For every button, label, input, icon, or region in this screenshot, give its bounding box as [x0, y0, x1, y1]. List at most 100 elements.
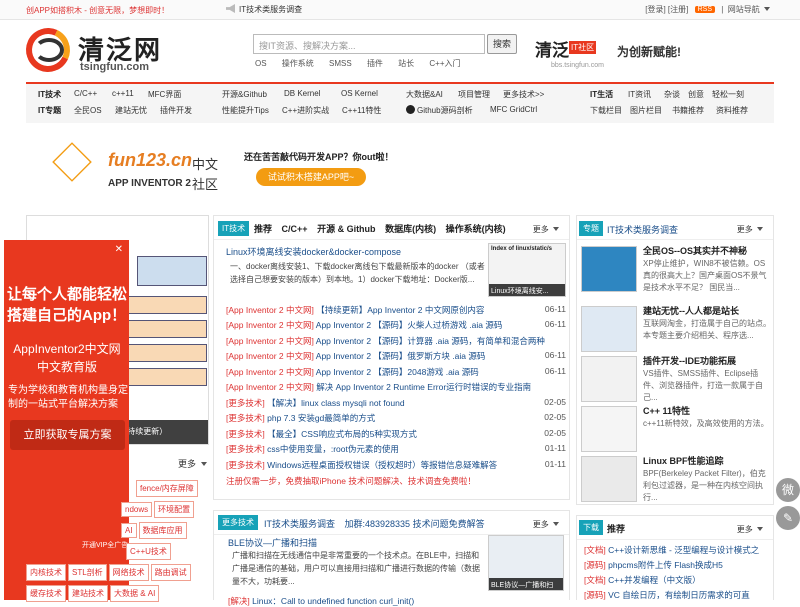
nav-label-it-tech[interactable]: IT技术: [38, 89, 61, 100]
tab-recommend[interactable]: 推荐: [607, 522, 625, 535]
nav-label-it-life[interactable]: IT生活: [590, 89, 613, 100]
search-button[interactable]: 搜索: [487, 34, 517, 54]
nav-item[interactable]: 下载栏目: [590, 105, 622, 116]
item-title[interactable]: 【持续更新】App Inventor 2 中文网原创内容: [316, 305, 484, 315]
nav-item[interactable]: c++11: [112, 89, 134, 98]
list-item[interactable]: [App Inventor 2 中文网] App Inventor 2 【源码】…: [226, 335, 566, 350]
tag[interactable]: 缓存技术: [26, 585, 66, 602]
topic-title[interactable]: 全民OS--OS其实并不神秘: [643, 244, 747, 257]
panel-more-link[interactable]: 更多: [737, 524, 763, 535]
download-title[interactable]: phpcms附件上传 Flash换成H5: [608, 560, 723, 570]
tag[interactable]: 路由调试: [150, 564, 191, 581]
search-input[interactable]: 搜IT资源、搜解决方案...: [253, 34, 485, 54]
wechat-icon[interactable]: 微: [776, 478, 800, 502]
hot-keyword[interactable]: 站长: [398, 59, 414, 68]
tag[interactable]: AI: [121, 523, 137, 538]
tag[interactable]: STL剖析: [68, 564, 107, 581]
list-item[interactable]: [更多技术] 【最全】CSS响应式布局的5种实现方式 02-05: [226, 428, 566, 443]
item-category[interactable]: [App Inventor 2 中文网]: [226, 367, 314, 377]
list-item[interactable]: [App Inventor 2 中文网] 【持续更新】App Inventor …: [226, 304, 566, 319]
nav-item[interactable]: C++进阶实战: [282, 105, 329, 116]
tag[interactable]: fence/内存屏障: [136, 480, 198, 497]
nav-item[interactable]: OS Kernel: [341, 89, 378, 98]
download-title[interactable]: C++并发编程（中文版）: [608, 575, 701, 585]
item-title[interactable]: 【最全】CSS响应式布局的5种实现方式: [267, 429, 417, 439]
nav-item[interactable]: 图片栏目: [630, 105, 662, 116]
site-logo[interactable]: 清泛网 tsingfun.com: [19, 21, 171, 79]
tag[interactable]: 网络技术: [108, 564, 149, 581]
tag[interactable]: 数据库应用: [138, 522, 187, 539]
close-icon[interactable]: ✕: [115, 244, 123, 255]
ble-article-title[interactable]: BLE协议—广播和扫描: [228, 536, 317, 549]
top-survey-link[interactable]: IT技术类服务调查: [226, 4, 302, 15]
list-item[interactable]: [App Inventor 2 中文网] App Inventor 2 【源码】…: [226, 319, 566, 334]
topic-title[interactable]: Linux BPF性能追踪: [643, 454, 724, 467]
nav-item[interactable]: 创意: [688, 89, 704, 100]
top-promo-link[interactable]: 创APP如搭积木 - 创意无限，梦想即时！: [26, 5, 169, 16]
download-title[interactable]: VC 自绘日历，有绘制日历需求的可直: [608, 590, 750, 600]
list-item[interactable]: [App Inventor 2 中文网] 解决 App Inventor 2 R…: [226, 381, 566, 396]
nav-item[interactable]: MFC界面: [148, 89, 181, 100]
nav-item[interactable]: 插件开发: [160, 105, 192, 116]
tab-os[interactable]: 操作系统(内核): [446, 224, 506, 234]
item-category[interactable]: [更多技术]: [226, 413, 265, 423]
download-item[interactable]: [文档] C++设计新思维 - 泛型编程与设计模式之: [584, 544, 774, 556]
login-link[interactable]: [登录]: [645, 5, 665, 14]
item-category[interactable]: [更多技术]: [226, 398, 265, 408]
hot-keyword[interactable]: C++入门: [429, 59, 460, 68]
panel-more-link[interactable]: 更多: [533, 519, 559, 530]
nav-item[interactable]: 性能提升Tips: [222, 105, 269, 116]
nav-label-it-topics[interactable]: IT专题: [38, 105, 61, 116]
panel-more-link[interactable]: 更多: [533, 224, 559, 235]
nav-item[interactable]: 项目管理: [458, 89, 490, 100]
nav-item[interactable]: 全民OS: [74, 105, 102, 116]
list-item[interactable]: [更多技术] css中使用变量，:root伪元素的使用 01-11: [226, 443, 566, 458]
item-title[interactable]: App Inventor 2 【源码】俄罗斯方块 .aia 源码: [316, 351, 486, 361]
hot-keyword[interactable]: 插件: [367, 59, 383, 68]
item-category[interactable]: [App Inventor 2 中文网]: [226, 351, 314, 361]
item-title[interactable]: css中使用变量，:root伪元素的使用: [267, 444, 399, 454]
nav-item[interactable]: C++11特性: [342, 105, 381, 116]
nav-item[interactable]: MFC GridCtrl: [490, 105, 537, 114]
lead-article-thumbnail[interactable]: Index of linux/static/s Linux环境离线安...: [488, 243, 566, 297]
topic-item[interactable]: C++ 11特性 c++11新特效，及高效使用的方法。: [581, 402, 771, 458]
list-item[interactable]: [App Inventor 2 中文网] App Inventor 2 【源码】…: [226, 366, 566, 381]
nav-item[interactable]: 杂谈: [664, 89, 680, 100]
item-category[interactable]: [解决]: [228, 596, 250, 606]
fun123-banner[interactable]: fun123.cn 中文 APP INVENTOR 2 社区 还在苦苦敲代码开发…: [26, 140, 396, 202]
lead-article-title[interactable]: Linux环境离线安装docker&docker-compose: [226, 245, 482, 258]
tab-survey[interactable]: IT技术类服务调查: [264, 519, 335, 529]
edit-icon[interactable]: ✎: [776, 506, 800, 530]
nav-item[interactable]: 资料推荐: [716, 105, 748, 116]
topic-thumbnail[interactable]: [581, 406, 637, 452]
item-category[interactable]: [更多技术]: [226, 460, 265, 470]
hot-keyword[interactable]: OS: [255, 59, 267, 68]
download-category[interactable]: [源码]: [584, 590, 606, 600]
nav-item-github[interactable]: Github源码剖析: [406, 105, 473, 116]
tag[interactable]: 内核技术: [26, 564, 66, 581]
nav-item[interactable]: IT资讯: [628, 89, 651, 100]
nav-item[interactable]: 书籍推荐: [672, 105, 704, 116]
list-item[interactable]: [更多技术] Windows远程桌面授权错误（授权超时）等报错信息疑难解答 01-…: [226, 459, 566, 474]
item-title[interactable]: App Inventor 2 【源码】计算器 .aia 源码，有简单和混合两种: [316, 336, 545, 346]
download-title[interactable]: C++设计新思维 - 泛型编程与设计模式之: [608, 545, 759, 555]
topic-thumbnail[interactable]: [581, 246, 637, 292]
item-title[interactable]: php 7.3 安装gd最简单的方式: [267, 413, 375, 423]
list-item[interactable]: [更多技术] php 7.3 安装gd最简单的方式 02-05: [226, 412, 566, 427]
ble-article-thumbnail[interactable]: BLE协议—广播和扫: [488, 535, 564, 591]
community-logo[interactable]: 清泛 IT社区 为创新赋能! bbs.tsingfun.com: [535, 36, 695, 76]
topic-title[interactable]: 插件开发--IDE功能拓展: [643, 354, 736, 367]
topic-thumbnail[interactable]: [581, 356, 637, 402]
item-title[interactable]: App Inventor 2 【源码】2048游戏 .aia 源码: [316, 367, 479, 377]
item-category[interactable]: [App Inventor 2 中文网]: [226, 320, 314, 330]
panel-more-link[interactable]: 更多: [737, 224, 763, 235]
hot-keyword[interactable]: 操作系统: [282, 59, 314, 68]
tag[interactable]: 环境配置: [154, 501, 195, 518]
left-more-link[interactable]: 更多: [178, 457, 207, 470]
topic-item[interactable]: 建站无忧--人人都是站长 互联网淘金，打造属于自己的站点。本专题主要介绍相关、程序…: [581, 302, 771, 358]
download-category[interactable]: [源码]: [584, 560, 606, 570]
item-category[interactable]: [App Inventor 2 中文网]: [226, 336, 314, 346]
register-link[interactable]: [注册]: [668, 5, 688, 14]
download-item[interactable]: [文档] C++并发编程（中文版）: [584, 574, 774, 586]
nav-item[interactable]: 更多技术>>: [503, 89, 544, 100]
